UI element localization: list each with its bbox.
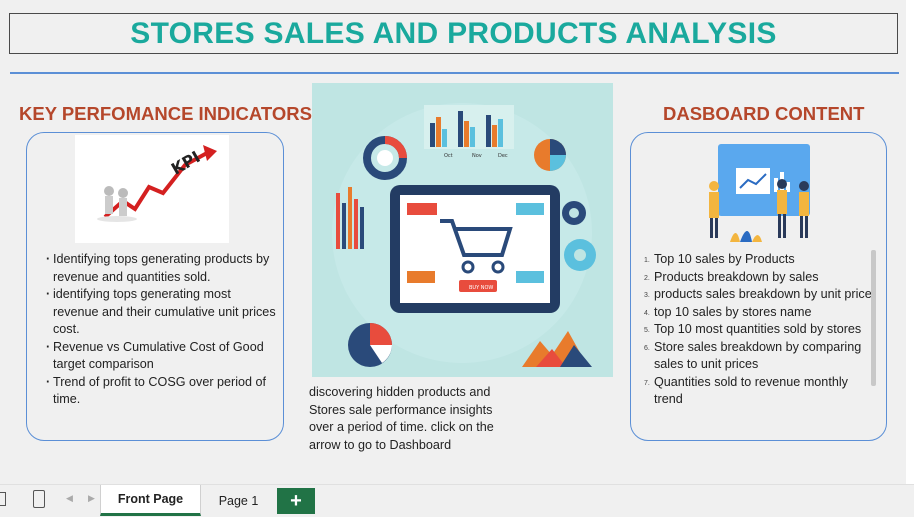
kpi-illustration: KPI [75,135,229,243]
add-sheet-button[interactable]: + [277,488,315,514]
title-banner: STORES SALES AND PRODUCTS ANALYSIS [9,13,898,54]
scroll-right-icon[interactable]: ▶ [88,493,95,504]
mobile-view-icon[interactable] [33,490,45,508]
list-item: Trend of profit to COSG over period of t… [46,374,277,409]
hero-illustration[interactable]: Oct Nov Dec BUY NOW [312,83,613,377]
list-item: 6. Store sales breakdown by comparing sal… [644,339,862,372]
list-item: 1. Top 10 sales by Products [644,252,795,266]
sheet-tab-bar: ◀ ▶ Front Page Page 1 [0,484,914,517]
kpi-list: Identifying tops generating products by … [46,251,277,409]
list-item: identifying tops generating most revenue… [46,286,277,339]
list-item: 4. top 10 sales by stores name [644,304,812,319]
dashboard-list-scrollbar[interactable] [871,250,876,386]
sheet-view-icon[interactable] [0,492,6,506]
page-title: STORES SALES AND PRODUCTS ANALYSIS [130,16,777,50]
list-item: 5. Top 10 most quantities sold by stores [644,322,862,336]
list-item: Identifying tops generating products by … [46,251,277,286]
kpi-heading: KEY PERFOMANCE INDICATORS [19,103,312,124]
dashboard-list: 1. Top 10 sales by Products 2. Products br… [644,251,872,409]
bottom-pie-icon [348,323,392,367]
tab-page-1[interactable]: Page 1 [201,485,276,516]
list-item: 2. Products breakdown by sales [644,269,819,284]
scroll-left-icon[interactable]: ◀ [66,493,73,504]
tab-front-page[interactable]: Front Page [100,485,201,516]
dashboard-illustration [709,144,810,242]
worksheet-canvas: STORES SALES AND PRODUCTS ANALYSIS KEY P… [0,0,906,484]
buy-now-label: BUY NOW [469,285,493,291]
pie-chart-icon [534,139,566,171]
dashboard-heading: DASBOARD CONTENT [663,103,865,124]
title-divider [10,72,899,74]
chart-label-dec: Dec [498,153,508,159]
chart-label-oct: Oct [444,153,453,159]
tablet-icon: BUY NOW [390,185,560,313]
list-item: 3. products sales breakdown by unit price [644,287,872,301]
hero-description: discovering hidden products and Stores s… [309,385,494,452]
list-item: 7. Quantities sold to revenue monthly tre… [644,374,848,407]
chart-label-nov: Nov [472,153,482,159]
list-item: Revenue vs Cumulative Cost of Good targe… [46,339,277,374]
